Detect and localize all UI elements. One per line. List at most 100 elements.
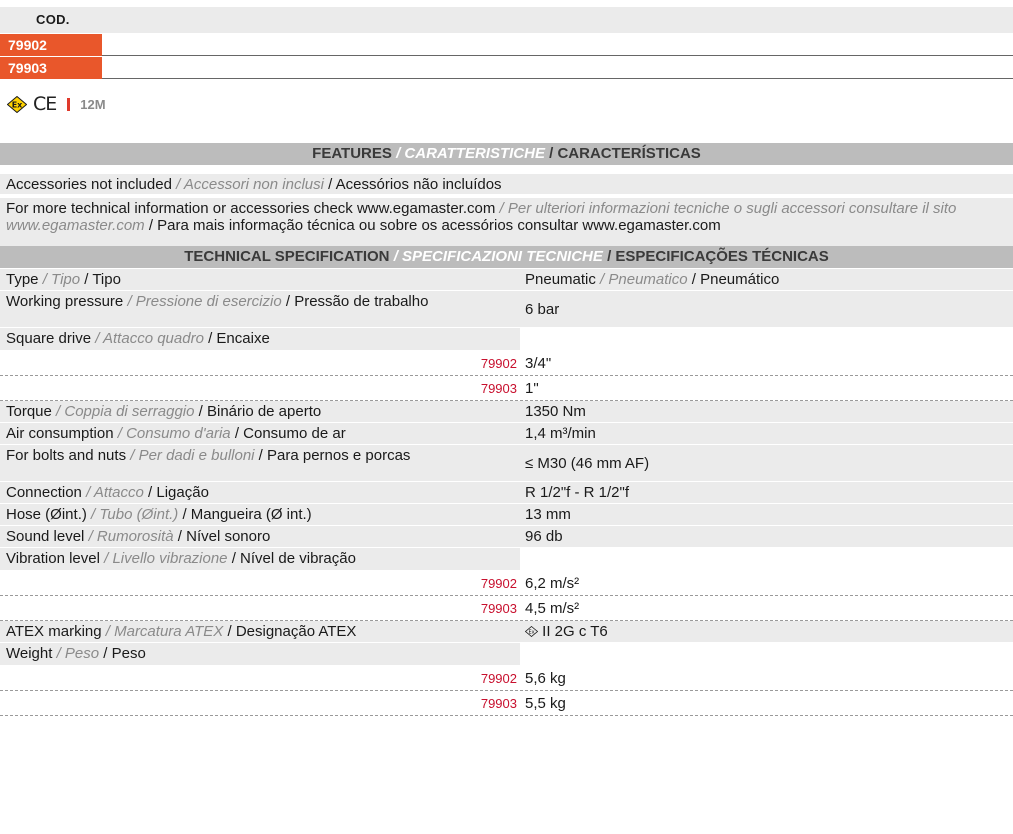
sub-code: 79902	[480, 356, 517, 371]
label-en: Square drive	[6, 330, 92, 347]
label-it: / Pressione di esercizio	[127, 293, 282, 310]
value-en: Pneumatic	[525, 271, 596, 288]
empty-cell	[520, 328, 1013, 351]
label-en: Sound level	[6, 528, 85, 545]
label-pt: / Para pernos e porcas	[258, 447, 411, 464]
sub-value: 1"	[525, 380, 539, 397]
sub-value: 4,5 m/s²	[525, 600, 580, 617]
spec-subrow: 79902 5,6 kg	[0, 666, 1013, 691]
feature-text-pt: / Para mais informação técnica ou sobre …	[148, 217, 721, 234]
divider	[102, 55, 1013, 56]
spec-row-square-drive: Square drive / Attacco quadro / Encaixe	[0, 328, 1013, 351]
spec-subrow: 79902 6,2 m/s²	[0, 571, 1013, 596]
sub-code: 79903	[480, 381, 517, 396]
value-pt: / Pneumático	[691, 271, 780, 288]
ce-mark-icon: CE	[33, 93, 57, 115]
svg-text:Ex: Ex	[12, 100, 23, 109]
feature-text-en: Accessories not included	[6, 176, 172, 193]
label-it: / Marcatura ATEX	[105, 623, 224, 640]
label-pt: / Nível sonoro	[177, 528, 271, 545]
label-en: Working pressure	[6, 293, 124, 310]
title-pt: / ESPECIFICAÇÕES TÉCNICAS	[607, 248, 829, 265]
title-pt: / CARACTERÍSTICAS	[549, 145, 701, 162]
value-it: / Pneumatico	[600, 271, 688, 288]
spec-row-vibration: Vibration level / Livello vibrazione / N…	[0, 548, 1013, 571]
label-en: Air consumption	[6, 425, 114, 442]
label-en: ATEX marking	[6, 623, 102, 640]
code-header: COD.	[0, 7, 1013, 33]
feature-text-pt: / Acessórios não incluídos	[328, 176, 502, 193]
value: 6 bar	[525, 301, 560, 318]
spec-subrow: 79903 5,5 kg	[0, 691, 1013, 716]
spec-subrow: 79903 4,5 m/s²	[0, 596, 1013, 621]
sub-code: 79903	[480, 696, 517, 711]
sub-code: 79903	[480, 601, 517, 616]
value: ≤ M30 (46 mm AF)	[525, 455, 650, 472]
spec-row-type: Type / Tipo / Tipo Pneumatic / Pneumatic…	[0, 269, 1013, 291]
label-it: / Per dadi e bulloni	[130, 447, 255, 464]
warranty-label: 12M	[80, 96, 106, 112]
label-en: For bolts and nuts	[6, 447, 127, 464]
feature-row: For more technical information or access…	[0, 198, 1013, 252]
spec-title: TECHNICAL SPECIFICATION / SPECIFICAZIONI…	[0, 246, 1013, 268]
empty-cell	[520, 643, 1013, 666]
value: R 1/2"f - R 1/2"f	[525, 484, 630, 501]
code-header-label: COD.	[36, 12, 70, 27]
label-it: / Tipo	[42, 271, 81, 288]
svg-text:Ex: Ex	[528, 630, 534, 636]
sub-value: 6,2 m/s²	[525, 575, 580, 592]
sub-value: 5,5 kg	[525, 695, 566, 712]
label-it: / Tubo (Øint.)	[91, 506, 179, 523]
feature-text-en: For more technical information or access…	[6, 200, 496, 217]
spec-row-torque: Torque / Coppia di serraggio / Binário d…	[0, 401, 1013, 423]
feature-text-it: / Accessori non inclusi	[176, 176, 324, 193]
label-it: / Rumorosità	[88, 528, 174, 545]
code-badge: 79903	[0, 57, 102, 79]
label-pt: / Designação ATEX	[227, 623, 357, 640]
certification-icons: Ex CE 12M	[7, 93, 106, 115]
label-en: Connection	[6, 484, 82, 501]
sub-value: 3/4"	[525, 355, 552, 372]
value: 1350 Nm	[525, 403, 586, 420]
code-badge: 79902	[0, 34, 102, 56]
sub-code: 79902	[480, 576, 517, 591]
label-pt: / Mangueira (Ø int.)	[182, 506, 312, 523]
code-row: 79902	[0, 34, 1013, 56]
sub-value: 5,6 kg	[525, 670, 566, 687]
label-it: / Attacco quadro	[95, 330, 204, 347]
label-pt: / Tipo	[84, 271, 121, 288]
label-it: / Peso	[56, 645, 100, 662]
spec-row-bolts: For bolts and nuts / Per dadi e bulloni …	[0, 445, 1013, 482]
spec-row-atex: ATEX marking / Marcatura ATEX / Designaç…	[0, 621, 1013, 643]
spec-row-hose: Hose (Øint.) / Tubo (Øint.) / Mangueira …	[0, 504, 1013, 526]
label-it: / Coppia di serraggio	[56, 403, 195, 420]
title-en: FEATURES	[312, 145, 392, 162]
label-en: Hose (Øint.)	[6, 506, 87, 523]
spec-row-sound: Sound level / Rumorosità / Nível sonoro …	[0, 526, 1013, 548]
value: 13 mm	[525, 506, 571, 523]
label-en: Vibration level	[6, 550, 100, 567]
spec-row-pressure: Working pressure / Pressione di esercizi…	[0, 291, 1013, 328]
sub-code: 79902	[480, 671, 517, 686]
label-pt: / Encaixe	[208, 330, 270, 347]
value: 96 db	[525, 528, 563, 545]
label-it: / Attacco	[86, 484, 144, 501]
code-row: 79903	[0, 57, 1013, 79]
spec-row-connection: Connection / Attacco / Ligação R 1/2"f -…	[0, 482, 1013, 504]
label-pt: / Ligação	[148, 484, 209, 501]
label-it: / Livello vibrazione	[104, 550, 228, 567]
value: II 2G c T6	[542, 623, 608, 640]
title-it: / SPECIFICAZIONI TECNICHE	[393, 248, 603, 265]
atex-ex-icon: Ex	[7, 95, 27, 113]
label-pt: / Binário de aperto	[198, 403, 322, 420]
spec-table: Type / Tipo / Tipo Pneumatic / Pneumatic…	[0, 269, 1013, 716]
spec-row-weight: Weight / Peso / Peso	[0, 643, 1013, 666]
label-en: Weight	[6, 645, 53, 662]
spec-subrow: 79902 3/4"	[0, 351, 1013, 376]
label-en: Type	[6, 271, 39, 288]
label-pt: / Consumo de ar	[234, 425, 346, 442]
label-it: / Consumo d'aria	[117, 425, 231, 442]
label-pt: / Pressão de trabalho	[285, 293, 429, 310]
atex-ex-small-icon: Ex	[524, 625, 539, 638]
spec-subrow: 79903 1"	[0, 376, 1013, 401]
